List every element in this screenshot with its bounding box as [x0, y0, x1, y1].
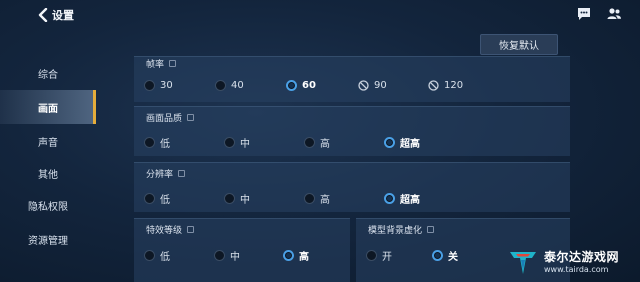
effects-option-medium[interactable]: 中 — [214, 248, 240, 263]
radio-selected-icon — [384, 137, 395, 148]
option-label: 超高 — [400, 139, 420, 150]
resolution-title-text: 分辨率 — [146, 170, 174, 180]
watermark-logo-icon — [510, 252, 536, 274]
option-label: 40 — [231, 80, 244, 91]
disabled-icon — [428, 80, 439, 91]
blur-title-text: 模型背景虚化 — [368, 226, 423, 236]
info-icon[interactable] — [169, 60, 177, 67]
resolution-option-medium[interactable]: 中 — [224, 191, 250, 206]
radio-icon — [214, 250, 225, 261]
resolution-option-ultra[interactable]: 超高 — [384, 191, 420, 206]
friends-icon[interactable] — [606, 6, 622, 22]
radio-icon — [224, 193, 235, 204]
option-label: 中 — [240, 139, 250, 150]
header-bar: 设置 — [0, 0, 640, 30]
radio-icon — [366, 250, 377, 261]
effects-panel: 特效等级 低 中 高 — [134, 218, 350, 282]
option-label: 低 — [160, 139, 170, 150]
quality-title: 画面品质 — [146, 111, 195, 124]
blur-option-off[interactable]: 关 — [432, 248, 458, 263]
chevron-left-icon — [38, 8, 48, 22]
option-label: 高 — [299, 252, 309, 263]
reset-defaults-button[interactable]: 恢复默认 — [480, 34, 558, 55]
resolution-panel: 分辨率 低 中 高 超高 — [134, 162, 570, 212]
option-label: 中 — [240, 195, 250, 206]
chat-icon[interactable] — [576, 6, 592, 22]
framerate-title-text: 帧率 — [146, 60, 165, 70]
sidebar-item-sound[interactable]: 声音 — [0, 124, 96, 158]
option-label: 中 — [230, 252, 240, 263]
page-title: 设置 — [52, 9, 74, 22]
sidebar-item-resources[interactable]: 资源管理 — [0, 222, 96, 256]
option-label: 超高 — [400, 195, 420, 206]
framerate-panel: 帧率 30 40 60 90 120 — [134, 56, 570, 102]
watermark-name: 泰尔达游戏网 — [544, 250, 620, 264]
quality-panel: 画面品质 低 中 高 超高 — [134, 106, 570, 156]
quality-title-text: 画面品质 — [146, 114, 183, 124]
option-label: 90 — [374, 80, 387, 91]
framerate-option-30[interactable]: 30 — [144, 80, 173, 91]
option-label: 开 — [382, 252, 392, 263]
option-label: 高 — [320, 139, 330, 150]
radio-icon — [304, 193, 315, 204]
option-label: 30 — [160, 80, 173, 91]
sidebar-item-privacy[interactable]: 隐私权限 — [0, 188, 96, 222]
radio-icon — [144, 137, 155, 148]
framerate-option-40[interactable]: 40 — [215, 80, 244, 91]
quality-option-medium[interactable]: 中 — [224, 135, 250, 150]
blur-title: 模型背景虚化 — [368, 223, 435, 236]
framerate-option-120[interactable]: 120 — [428, 80, 463, 91]
info-icon[interactable] — [187, 226, 195, 233]
effects-option-high[interactable]: 高 — [283, 248, 309, 263]
sidebar-item-graphics[interactable]: 画面 — [0, 90, 96, 124]
quality-option-ultra[interactable]: 超高 — [384, 135, 420, 150]
radio-icon — [304, 137, 315, 148]
radio-selected-icon — [286, 80, 297, 91]
sidebar-item-general[interactable]: 综合 — [0, 56, 96, 90]
radio-icon — [224, 137, 235, 148]
framerate-option-90[interactable]: 90 — [358, 80, 387, 91]
option-label: 120 — [444, 80, 464, 91]
framerate-option-60[interactable]: 60 — [286, 80, 316, 91]
effects-title: 特效等级 — [146, 223, 195, 236]
option-label: 高 — [320, 195, 330, 206]
resolution-option-high[interactable]: 高 — [304, 191, 330, 206]
radio-icon — [144, 193, 155, 204]
watermark-url: www.tairda.com — [544, 265, 609, 274]
radio-selected-icon — [384, 193, 395, 204]
disabled-icon — [358, 80, 369, 91]
effects-option-low[interactable]: 低 — [144, 248, 170, 263]
radio-icon — [215, 80, 226, 91]
watermark-text: 泰尔达游戏网 www.tairda.com — [544, 248, 619, 274]
quality-option-high[interactable]: 高 — [304, 135, 330, 150]
info-icon[interactable] — [178, 170, 186, 177]
info-icon[interactable] — [187, 114, 195, 121]
option-label: 关 — [448, 252, 458, 263]
option-label: 低 — [160, 252, 170, 263]
back-button[interactable]: 设置 — [38, 6, 84, 24]
radio-selected-icon — [432, 250, 443, 261]
radio-selected-icon — [283, 250, 294, 261]
radio-icon — [144, 80, 155, 91]
blur-option-on[interactable]: 开 — [366, 248, 392, 263]
info-icon[interactable] — [427, 226, 435, 233]
resolution-title: 分辨率 — [146, 167, 186, 180]
effects-title-text: 特效等级 — [146, 226, 183, 236]
option-label: 低 — [160, 195, 170, 206]
site-watermark: 泰尔达游戏网 www.tairda.com — [506, 240, 640, 282]
framerate-title: 帧率 — [146, 57, 177, 70]
radio-icon — [144, 250, 155, 261]
sidebar-item-other[interactable]: 其他 — [0, 156, 96, 190]
resolution-option-low[interactable]: 低 — [144, 191, 170, 206]
option-label: 60 — [302, 80, 316, 91]
quality-option-low[interactable]: 低 — [144, 135, 170, 150]
